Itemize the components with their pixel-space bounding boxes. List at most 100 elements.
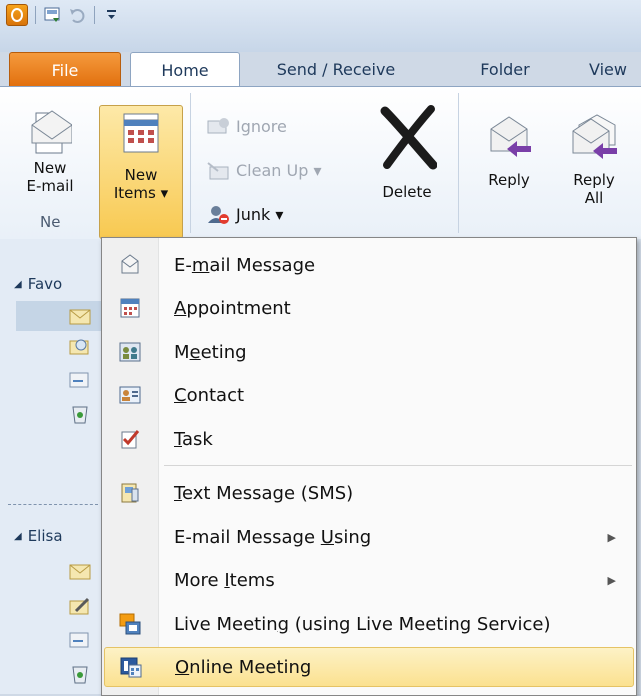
menu-item-contact[interactable]: Contact (104, 376, 634, 414)
reply-all-label-2: All (584, 189, 604, 207)
nav-item-drafts[interactable] (68, 369, 102, 399)
cleanup-label: Clean Up ▾ (236, 160, 322, 180)
nav-item-account-sent[interactable] (68, 629, 102, 659)
new-items-menu: E-mail Message Appointment Meeting Conta… (101, 237, 637, 696)
favorites-header[interactable]: ◢ Favo (14, 275, 62, 293)
nav-item-account-drafts[interactable] (68, 595, 102, 625)
deleted-items-icon (72, 406, 88, 424)
new-email-icon (31, 110, 73, 154)
nav-item-account-deleted[interactable] (68, 663, 102, 693)
menu-label-meeting: Meeting (174, 341, 247, 363)
delete-x-icon (380, 105, 438, 170)
cleanup-icon (207, 162, 229, 180)
qat-separator (35, 6, 36, 24)
group-label-new: Ne (40, 213, 61, 231)
tab-view[interactable]: View (589, 52, 641, 86)
ignore-icon (207, 118, 229, 134)
meeting-icon (119, 342, 141, 362)
calendar-icon (120, 298, 140, 318)
junk-button[interactable]: Junk ▾ (206, 203, 283, 225)
favorites-label: Favo (27, 275, 63, 293)
new-items-button[interactable]: New Items ▾ (99, 105, 183, 239)
menu-item-email-message[interactable]: E-mail Message (104, 246, 634, 284)
submenu-arrow-icon: ▶ (607, 530, 616, 544)
tab-send-receive[interactable]: Send / Receive (250, 52, 422, 86)
customize-qat-icon[interactable] (102, 5, 122, 25)
outlook-app-icon[interactable] (6, 4, 28, 26)
menu-label-online-meeting: Online Meeting (175, 656, 312, 678)
menu-label-text-message: Text Message (SMS) (174, 482, 354, 504)
email-message-icon (121, 254, 139, 274)
menu-label-email-message-using: E-mail Message Using (174, 526, 372, 548)
quick-access-toolbar (6, 4, 122, 26)
task-icon (121, 430, 140, 449)
menu-label-email-message: E-mail Message (174, 254, 316, 276)
tab-folder[interactable]: Folder (460, 52, 550, 86)
new-items-calendar-icon (123, 113, 159, 153)
search-folder-icon (69, 339, 89, 355)
ignore-button[interactable]: Ignore (206, 115, 287, 137)
tab-home[interactable]: Home (130, 52, 240, 88)
menu-item-text-message[interactable]: Text Message (SMS) (104, 474, 634, 512)
drafts-pencil-icon (69, 597, 90, 615)
menu-label-appointment: Appointment (174, 297, 291, 319)
menu-label-contact: Contact (174, 384, 245, 406)
group-separator-2 (458, 93, 459, 233)
inbox-icon (69, 309, 91, 325)
menu-item-task[interactable]: Task (104, 420, 634, 458)
menu-item-online-meeting[interactable]: Online Meeting (104, 647, 634, 687)
ignore-label: Ignore (236, 116, 287, 136)
drafts-folder-icon (69, 372, 89, 388)
nav-item-search[interactable] (68, 335, 102, 365)
reply-all-button[interactable]: Reply All (556, 113, 632, 233)
nav-item-deleted[interactable] (68, 403, 102, 433)
submenu-arrow-icon-2: ▶ (607, 573, 616, 587)
menu-label-live-meeting: Live Meeting (using Live Meeting Service… (174, 613, 551, 635)
online-meeting-icon (120, 657, 142, 678)
deleted-items-icon-2 (72, 666, 88, 684)
reply-all-label-1: Reply (573, 171, 615, 189)
inbox-icon-2 (69, 564, 91, 580)
menu-separator (164, 465, 632, 466)
menu-item-appointment[interactable]: Appointment (104, 289, 634, 327)
reply-label: Reply (488, 171, 530, 189)
text-message-icon (121, 483, 139, 503)
ribbon: New E-mail New Items ▾ Ne Ignore Clean U… (0, 86, 641, 240)
reply-button[interactable]: Reply (474, 113, 544, 223)
new-email-label-1: New (33, 159, 67, 177)
reply-all-icon (572, 114, 617, 159)
ribbon-tabs: File Home Send / Receive Folder View (0, 52, 641, 88)
menu-item-meeting[interactable]: Meeting (104, 333, 634, 371)
title-bar (0, 0, 641, 52)
junk-icon (208, 206, 229, 224)
new-email-label-2: E-mail (26, 177, 74, 195)
menu-item-live-meeting[interactable]: Live Meeting (using Live Meeting Service… (104, 605, 634, 643)
tab-file[interactable]: File (9, 52, 121, 87)
undo-icon[interactable] (67, 5, 87, 25)
qat-separator-2 (94, 6, 95, 24)
menu-item-email-message-using[interactable]: E-mail Message Using ▶ (104, 518, 634, 556)
menu-label-task: Task (174, 428, 213, 450)
contact-card-icon (119, 386, 141, 404)
collapse-triangle-icon: ◢ (14, 278, 22, 290)
group-separator (190, 93, 191, 233)
live-meeting-icon (119, 613, 141, 635)
new-email-button[interactable]: New E-mail (22, 103, 78, 221)
sent-folder-icon (69, 632, 89, 648)
new-items-label-1: New (124, 166, 158, 184)
nav-item-account-inbox[interactable] (68, 561, 102, 591)
cleanup-button[interactable]: Clean Up ▾ (206, 159, 321, 181)
nav-divider (8, 504, 98, 505)
menu-label-more-items: More Items (174, 569, 275, 591)
junk-label: Junk ▾ (236, 204, 284, 224)
nav-item-inbox[interactable] (16, 301, 106, 331)
new-items-label-2: Items ▾ (113, 184, 169, 202)
collapse-triangle-icon-2: ◢ (14, 530, 22, 542)
delete-button[interactable]: Delete (368, 103, 446, 213)
reply-icon (490, 116, 531, 157)
send-receive-all-icon[interactable] (43, 5, 63, 25)
account-header[interactable]: ◢ Elisa (14, 527, 63, 545)
delete-label: Delete (382, 183, 432, 201)
account-label: Elisa (27, 527, 63, 545)
menu-item-more-items[interactable]: More Items ▶ (104, 561, 634, 599)
